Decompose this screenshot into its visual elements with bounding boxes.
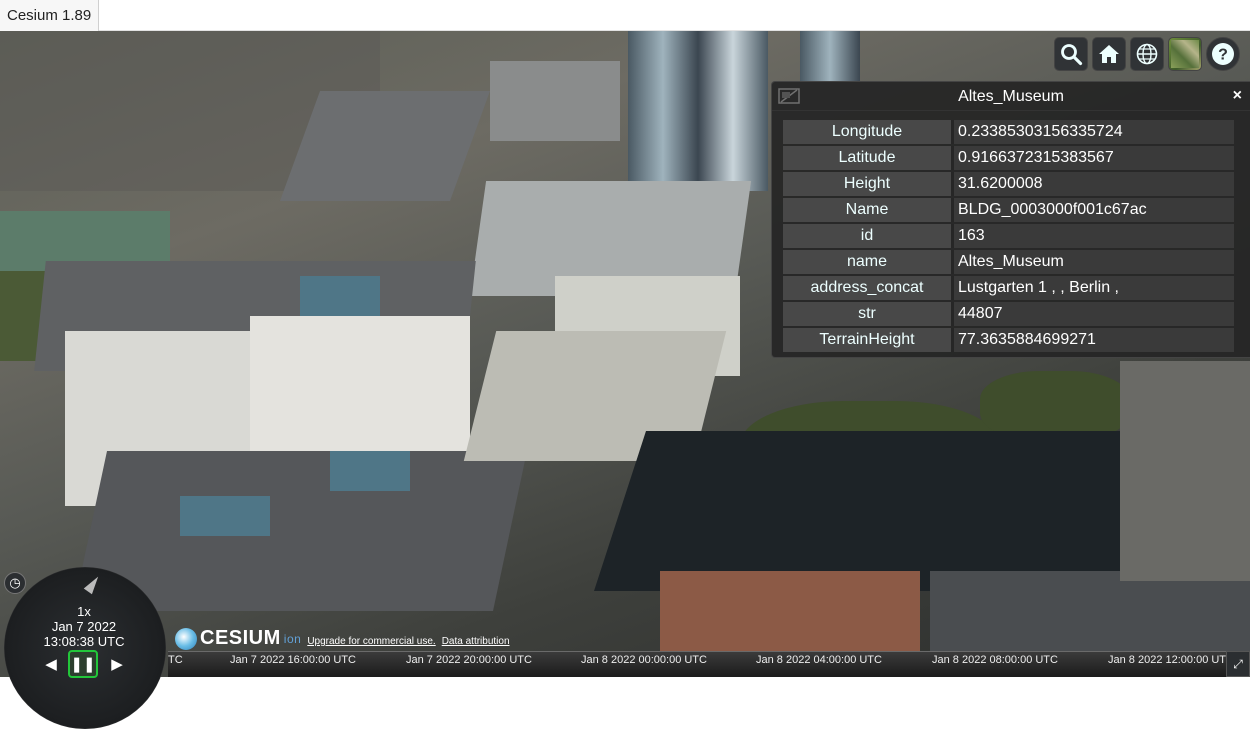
fullscreen-button[interactable]: ⤢ (1226, 651, 1250, 677)
property-value: 163 (951, 224, 1234, 248)
timeline-tick: Jan 8 2022 00:00:00 UTC (581, 654, 707, 666)
property-value: 0.9166372315383567 (951, 146, 1234, 170)
infobox-header: Altes_Museum × (772, 82, 1250, 111)
fullscreen-icon: ⤢ (1233, 656, 1243, 671)
play-reverse-button[interactable]: ◀ (38, 651, 64, 677)
scenery-skylight (180, 496, 270, 536)
scenery-tower (628, 31, 768, 191)
realtime-clock-button[interactable]: ◷ (4, 572, 26, 594)
play-forward-button[interactable]: ▶ (104, 651, 130, 677)
property-value: Lustgarten 1 , , Berlin , (951, 276, 1234, 300)
property-key: Name (783, 198, 951, 222)
property-key: Latitude (783, 146, 951, 170)
home-button[interactable] (1092, 37, 1126, 71)
property-value: 44807 (951, 302, 1234, 326)
cesium-toolbar: ? (1054, 37, 1240, 71)
timeline-tick: TC (168, 654, 183, 666)
scenery-river (594, 431, 1206, 591)
cesium-logo-icon (175, 627, 197, 650)
cesium-ion-logo[interactable]: CESIUM ion (175, 627, 301, 650)
infobox-panel: Altes_Museum × Longitude 0.23385303156335… (771, 81, 1250, 358)
infobox-row: TerrainHeight 77.3635884699271 (783, 328, 1234, 352)
timeline-tick: Jan 8 2022 12:00:00 UTC (1108, 654, 1234, 666)
infobox-row: Name BLDG_0003000f001c67ac (783, 198, 1234, 222)
logo-suffix: ion (283, 631, 302, 646)
scenery-roof (930, 571, 1250, 661)
infobox-title: Altes_Museum (958, 88, 1064, 105)
animation-time: 13:08:38 UTC (43, 634, 125, 649)
property-key: TerrainHeight (783, 328, 951, 352)
property-key: address_concat (783, 276, 951, 300)
scenery-tower (800, 31, 860, 81)
play-forward-icon: ▶ (111, 656, 123, 673)
scenery-street (1120, 361, 1250, 581)
timeline-tick: Jan 8 2022 04:00:00 UTC (756, 654, 882, 666)
property-key: id (783, 224, 951, 248)
globe-icon (1136, 43, 1158, 65)
play-reverse-icon: ◀ (45, 656, 57, 673)
infobox-row: name Altes_Museum (783, 250, 1234, 274)
imagery-thumbnail-icon (1171, 40, 1199, 68)
property-value: 0.23385303156335724 (951, 120, 1234, 144)
scenery-roof (660, 571, 920, 651)
infobox-row: address_concat Lustgarten 1 , , Berlin , (783, 276, 1234, 300)
timeline-tick: Jan 8 2022 08:00:00 UTC (932, 654, 1058, 666)
browser-tab[interactable]: Cesium 1.89 (0, 0, 100, 31)
property-key: name (783, 250, 951, 274)
timeline-tick: Jan 7 2022 16:00:00 UTC (230, 654, 356, 666)
scenery-wall (250, 316, 470, 466)
timeline[interactable]: TC Jan 7 2022 16:00:00 UTC Jan 7 2022 20… (168, 651, 1234, 677)
pause-icon: ❚❚ (70, 656, 96, 673)
svg-text:?: ? (1218, 47, 1228, 64)
infobox-properties-table: Longitude 0.23385303156335724 Latitude 0.91… (783, 118, 1234, 354)
property-value: Altes_Museum (951, 250, 1234, 274)
property-value: 31.6200008 (951, 172, 1234, 196)
animation-readout: 1x Jan 7 2022 13:08:38 UTC (24, 604, 144, 649)
animation-speed: 1x (77, 604, 91, 619)
clock-icon: ◷ (9, 575, 21, 590)
infobox-row: Height 31.6200008 (783, 172, 1234, 196)
credits-bar: CESIUM ion Upgrade for commercial use. D… (175, 620, 510, 650)
scene-mode-button[interactable] (1130, 37, 1164, 71)
upgrade-link[interactable]: Upgrade for commercial use. (307, 636, 435, 647)
navigation-help-button[interactable]: ? (1206, 37, 1240, 71)
property-key: Longitude (783, 120, 951, 144)
infobox-row: Latitude 0.9166372315383567 (783, 146, 1234, 170)
property-key: str (783, 302, 951, 326)
animation-widget: ◷ 1x Jan 7 2022 13:08:38 UTC ◀ ❚❚ ▶ (0, 567, 168, 729)
scenery-roof (490, 61, 620, 141)
logo-text: CESIUM (200, 627, 281, 649)
scenery-skylight (330, 451, 410, 491)
infobox-row: Longitude 0.23385303156335724 (783, 120, 1234, 144)
animation-date: Jan 7 2022 (51, 619, 117, 634)
scenery-skylight (300, 276, 380, 316)
property-key: Height (783, 172, 951, 196)
search-icon (1061, 44, 1083, 66)
infobox-row: id 163 (783, 224, 1234, 248)
search-button[interactable] (1054, 37, 1088, 71)
home-icon (1099, 45, 1119, 63)
data-attribution-link[interactable]: Data attribution (442, 636, 510, 647)
infobox-row: str 44807 (783, 302, 1234, 326)
property-value: BLDG_0003000f001c67ac (951, 198, 1234, 222)
pause-button[interactable]: ❚❚ (68, 650, 98, 678)
property-value: 77.3635884699271 (951, 328, 1234, 352)
infobox-close-button[interactable]: × (1233, 87, 1242, 105)
browser-tab-bar: Cesium 1.89 (0, 0, 1250, 31)
question-icon: ? (1212, 43, 1234, 65)
timeline-tick: Jan 7 2022 20:00:00 UTC (406, 654, 532, 666)
base-layer-picker-button[interactable] (1168, 37, 1202, 71)
